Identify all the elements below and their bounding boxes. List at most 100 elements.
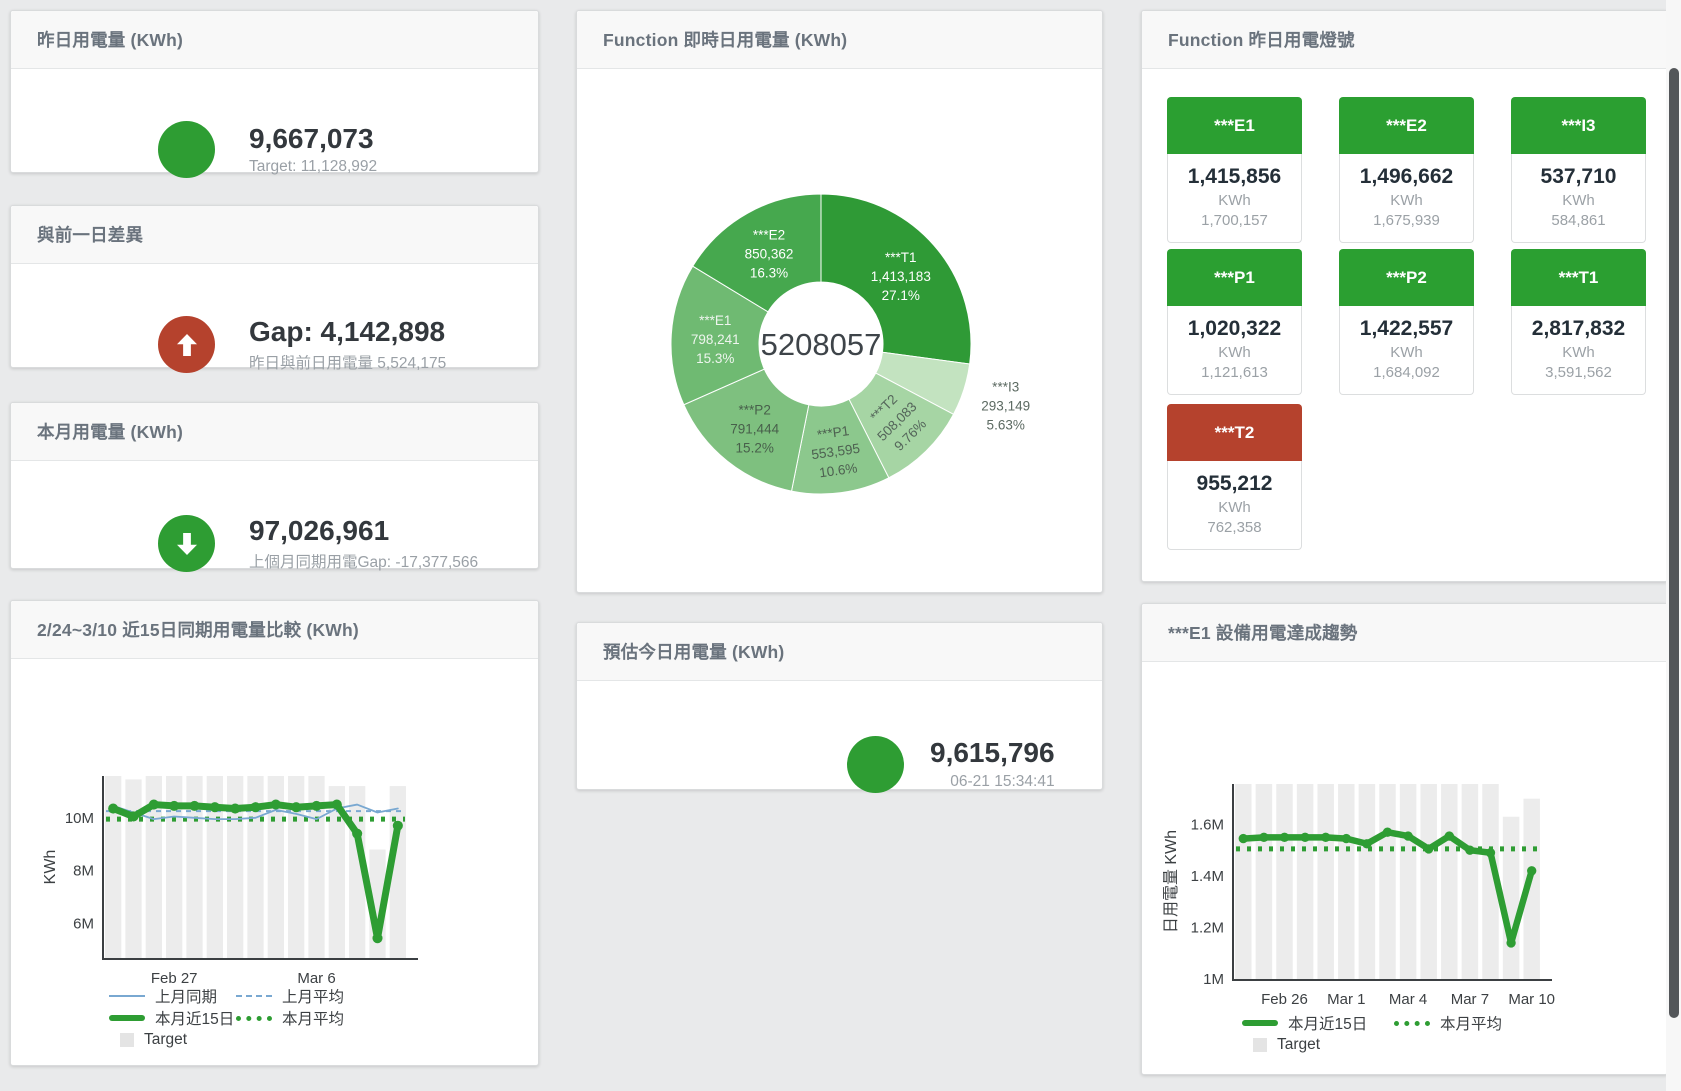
card-title: 本月用電量 (KWh) [37,419,183,444]
tile-target: 1,684,092 [1342,364,1471,381]
target-bar [1338,784,1354,979]
x-tick-label: Mar 1 [1327,991,1365,1008]
data-point [393,821,403,831]
tile-body: 1,020,322KWh1,121,613 [1167,306,1302,395]
tile-status-header: ***P1 [1167,249,1302,306]
y-tick-label: 1.2M [1191,919,1224,936]
function-usage-donut-chart[interactable]: ***T11,413,18327.1%***I3293,1495.63%***T… [577,69,1104,589]
data-point [1300,833,1309,842]
compare-usage-chart[interactable]: 6M8M10MFeb 27Mar 6KWh [11,601,540,1009]
target-bar [227,776,243,958]
tile-status-header: ***T2 [1167,404,1302,461]
x-tick-label: Mar 10 [1508,991,1555,1008]
light-tile-T2: ***T2955,212KWh762,358 [1167,404,1302,550]
data-point [149,800,159,810]
arrow-down-circle-icon [158,515,215,572]
tile-value: 537,710 [1514,165,1643,189]
legend-item[interactable]: 本月近15日 [109,1007,236,1029]
tile-unit: KWh [1514,344,1643,361]
light-tile-E2: ***E21,496,662KWh1,675,939 [1339,97,1474,243]
green-line-icon [109,1015,145,1021]
scrollbar-thumb[interactable] [1669,68,1679,1018]
green-dotted-line-icon [1394,1021,1430,1026]
data-point [230,803,240,813]
target-bar [1420,784,1436,979]
legend-item[interactable]: Target [109,1031,187,1049]
card-header: 預估今日用電量 (KWh) [577,623,1102,681]
data-point [271,800,281,810]
card-estimate-today: 預估今日用電量 (KWh) 9,615,796 06-21 15:34:41 [576,622,1103,790]
arrow-up-circle-icon [158,316,215,373]
card-header: 昨日用電量 (KWh) [11,11,538,69]
diff-subtitle: 昨日與前日用電量 5,524,175 [249,351,446,373]
green-line-icon [1242,1020,1278,1026]
legend-item[interactable]: 上月平均 [236,985,344,1007]
card-header: Function 昨日用電燈號 [1142,11,1667,69]
target-swatch-icon [120,1033,134,1047]
e1-trend-chart[interactable]: 1M1.2M1.4M1.6MFeb 26Mar 1Mar 4Mar 7Mar 1… [1142,604,1669,1016]
tile-body: 1,415,856KWh1,700,157 [1167,154,1302,243]
tile-status-header: ***T1 [1511,249,1646,306]
card-header: 與前一日差異 [11,206,538,264]
light-tile-P1: ***P11,020,322KWh1,121,613 [1167,249,1302,395]
card-title: 昨日用電量 (KWh) [37,27,183,52]
data-point [1424,844,1433,853]
card-yesterday-usage: 昨日用電量 (KWh) 9,667,073 Target: 11,128,992 [10,10,539,173]
tile-target: 1,121,613 [1170,364,1299,381]
legend-item[interactable]: 本月平均 [236,1007,344,1029]
svg-text:***I3293,1495.63%: ***I3293,1495.63% [981,379,1030,432]
y-tick-label: 1M [1203,971,1224,988]
card-title: 預估今日用電量 (KWh) [603,639,784,664]
target-bar [125,779,141,958]
card-title: Function 即時日用電量 (KWh) [603,27,847,52]
tile-body: 955,212KWh762,358 [1167,461,1302,550]
diff-stat: Gap: 4,142,898 昨日與前日用電量 5,524,175 [11,264,538,425]
legend-item[interactable]: Target [1242,1036,1320,1054]
compare-chart-legend: 上月同期 上月平均 本月近15日 本月平均 Target [109,985,344,1051]
card-diff-prev-day: 與前一日差異 Gap: 4,142,898 昨日與前日用電量 5,524,175 [10,205,539,368]
card-light-status: Function 昨日用電燈號 ***E11,415,856KWh1,700,1… [1141,10,1668,582]
data-point [250,802,260,812]
y-axis-title: KWh [42,850,59,885]
donut-center-total: 5208057 [761,327,882,362]
month-gap: 上個月同期用電Gap: -17,377,566 [249,550,478,572]
diff-gap-value: Gap: 4,142,898 [249,316,446,348]
lights-grid: ***E11,415,856KWh1,700,157***E21,496,662… [1142,69,1667,581]
data-point [1486,848,1495,857]
tile-target: 762,358 [1170,519,1299,536]
tile-status-header: ***E2 [1339,97,1474,154]
trend-chart-legend: 本月近15日 本月平均 Target [1242,1012,1502,1056]
tile-unit: KWh [1342,344,1471,361]
tile-value: 1,415,856 [1170,165,1299,189]
status-circle-icon [847,736,904,793]
target-bar [1462,784,1478,979]
tile-target: 1,675,939 [1342,212,1471,229]
yesterday-target: Target: 11,128,992 [249,158,377,176]
estimate-timestamp: 06-21 15:34:41 [930,773,1055,791]
legend-item[interactable]: 本月平均 [1394,1012,1502,1034]
data-point [169,801,179,811]
card-title: 與前一日差異 [37,222,143,247]
data-point [1321,833,1330,842]
legend-item[interactable]: 上月同期 [109,985,236,1007]
y-tick-label: 6M [73,916,94,933]
green-dotted-line-icon [236,1016,272,1021]
data-point [372,933,382,943]
tile-body: 1,422,557KWh1,684,092 [1339,306,1474,395]
data-point [1259,833,1268,842]
card-realtime-donut: Function 即時日用電量 (KWh) ***T11,413,18327.1… [576,10,1103,593]
target-bar [1379,784,1395,979]
estimate-stat: 9,615,796 06-21 15:34:41 [577,681,1102,847]
target-bar [1317,784,1333,979]
data-point [108,803,118,813]
tile-target: 1,700,157 [1170,212,1299,229]
arrow-up-icon [172,330,202,360]
data-point [1465,846,1474,855]
data-point [128,811,138,821]
tile-body: 2,817,832KWh3,591,562 [1511,306,1646,395]
target-bar [1297,784,1313,979]
data-point [1280,833,1289,842]
tile-body: 537,710KWh584,861 [1511,154,1646,243]
tile-value: 1,020,322 [1170,317,1299,341]
legend-item[interactable]: 本月近15日 [1242,1012,1394,1034]
